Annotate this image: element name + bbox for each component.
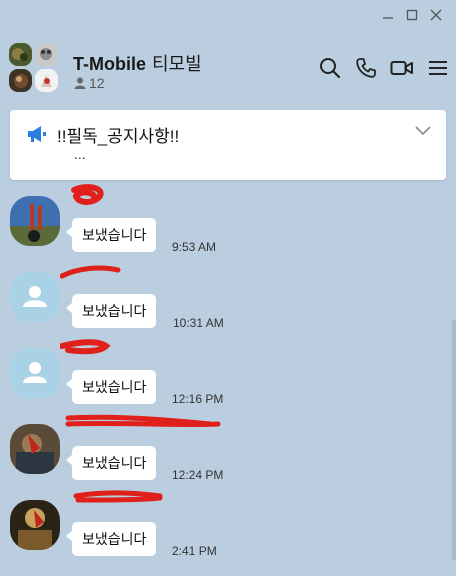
message-time: 9:53 AM [172, 240, 217, 254]
call-button[interactable] [354, 56, 378, 80]
message-bubble[interactable]: 보냈습니다 [65, 218, 157, 252]
message-time: 10:31 AM [173, 316, 224, 330]
default-avatar-icon [23, 362, 47, 383]
person-icon [74, 77, 86, 89]
avatar[interactable] [10, 348, 60, 398]
search-button[interactable] [318, 56, 342, 80]
chevron-down-icon[interactable] [414, 124, 432, 142]
chat-header: T-Mobile 티모빌 12 [0, 30, 456, 106]
avatar[interactable] [10, 272, 60, 322]
notice-preview: ... [74, 146, 86, 162]
member-count-value: 12 [89, 75, 105, 91]
maximize-icon [406, 9, 418, 21]
avatar-thumb [9, 43, 32, 66]
avatar-thumb [35, 43, 58, 66]
redaction-mark [71, 184, 104, 205]
menu-button[interactable] [426, 56, 450, 80]
message-item: 보냈습니다 2:41 PM [0, 490, 456, 576]
avatar[interactable] [10, 196, 60, 246]
scrollbar[interactable] [452, 320, 456, 560]
message-time: 2:41 PM [172, 544, 217, 558]
default-avatar-icon [23, 286, 47, 307]
notice-title: !!필독_공지사항!! [57, 127, 180, 146]
phone-icon [356, 58, 376, 78]
member-count[interactable]: 12 [74, 75, 105, 91]
close-button[interactable] [424, 4, 448, 26]
close-icon [430, 9, 442, 21]
video-icon [390, 61, 413, 75]
megaphone-icon [26, 124, 48, 149]
message-time: 12:24 PM [172, 468, 224, 482]
search-icon [320, 58, 341, 79]
maximize-button[interactable] [400, 4, 424, 26]
video-call-button[interactable] [390, 56, 414, 80]
message-bubble[interactable]: 보냈습니다 [65, 446, 157, 480]
avatar[interactable] [10, 500, 60, 550]
chat-title-main: T-Mobile [73, 54, 146, 74]
redaction-mark [65, 414, 221, 428]
menu-icon [429, 61, 447, 75]
message-time: 12:16 PM [172, 392, 224, 406]
notice-banner[interactable]: !!필독_공지사항!! ... [10, 110, 446, 180]
minimize-button[interactable] [376, 4, 400, 26]
message-bubble[interactable]: 보냈습니다 [65, 522, 157, 556]
redaction-mark [60, 265, 121, 279]
avatar-thumb [9, 69, 32, 92]
avatar[interactable] [10, 424, 60, 474]
window-controls [376, 4, 448, 26]
group-avatar[interactable] [9, 43, 59, 93]
chat-title: T-Mobile 티모빌 [73, 50, 202, 76]
redaction-mark [60, 339, 111, 355]
redaction-mark [73, 490, 163, 503]
minimize-icon [383, 17, 393, 19]
avatar-thumb [35, 69, 58, 92]
message-bubble[interactable]: 보냈습니다 [65, 294, 157, 328]
message-bubble[interactable]: 보냈습니다 [65, 370, 157, 404]
header-actions [318, 56, 450, 80]
chat-title-sub: 티모빌 [152, 54, 202, 74]
